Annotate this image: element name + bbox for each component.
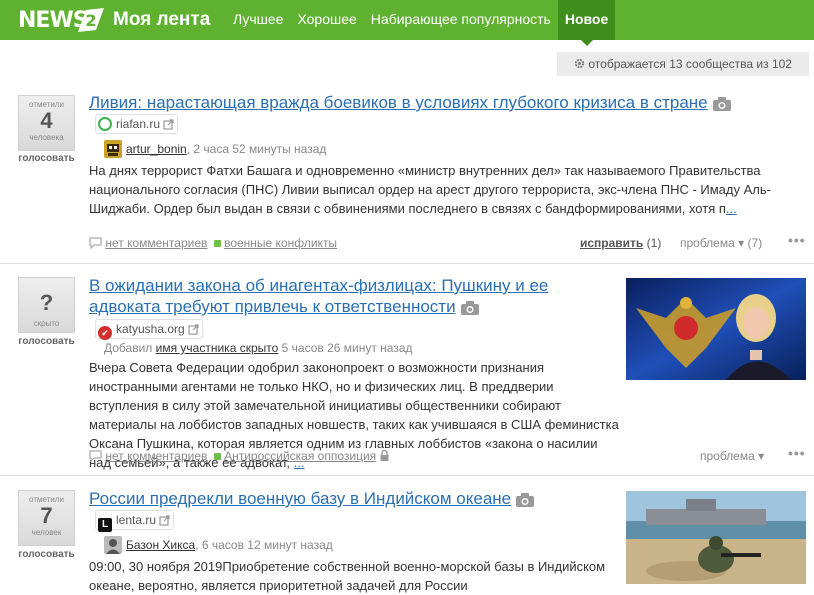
communities-filter[interactable]: отображается 13 сообщества из 102: [557, 52, 809, 76]
comment-icon: [89, 450, 102, 463]
lock-icon: [380, 449, 389, 461]
nav-new[interactable]: Новое: [557, 0, 616, 46]
lenta-icon: L: [98, 518, 112, 532]
news-title[interactable]: В ожидании закона об инагентах-физлицах:…: [89, 275, 614, 317]
chevron-down-icon: ▾: [738, 236, 745, 250]
post-actions: нет комментариев Антироссийская оппозици…: [89, 449, 389, 463]
more-options-icon[interactable]: •••: [788, 445, 806, 461]
post-time: 5 часов 26 минут назад: [281, 341, 413, 355]
vote-button[interactable]: голосовать: [18, 336, 75, 347]
news-title[interactable]: Ливия: нарастающая вражда боевиков в усл…: [89, 92, 799, 113]
svg-text:2: 2: [85, 11, 96, 30]
post-meta: Добавил имя участника скрыто 5 часов 26 …: [104, 341, 413, 355]
thumbnail-image: [626, 278, 806, 380]
nav-trending[interactable]: Набирающее популярность: [364, 0, 558, 40]
news-thumbnail[interactable]: [626, 491, 806, 584]
vote-button[interactable]: голосовать: [18, 153, 75, 164]
added-label: Добавил: [104, 341, 153, 355]
source-link[interactable]: riafan.ru: [95, 114, 179, 134]
tag-link[interactable]: военные конфликты: [224, 236, 337, 250]
author-link[interactable]: имя участника скрыто: [156, 341, 279, 355]
avatar[interactable]: [104, 140, 122, 158]
post-meta: Базон Хикса, 6 часов 12 минут назад: [104, 536, 333, 554]
vote-count: ?: [39, 290, 54, 315]
gear-icon: [574, 58, 585, 69]
author-link[interactable]: Базон Хикса: [126, 538, 195, 552]
source-link[interactable]: ✔ katyusha.org: [95, 319, 203, 340]
vote-box[interactable]: ? скрыто: [18, 277, 75, 333]
problem-dropdown[interactable]: проблема ▾ (7): [680, 236, 762, 250]
vote-count: 4: [40, 108, 53, 133]
nav-best[interactable]: Лучшее: [226, 0, 290, 40]
riafan-icon: [98, 117, 112, 131]
read-more-link[interactable]: ...: [726, 201, 737, 216]
camera-icon: [516, 492, 535, 507]
thumbnail-image: [626, 491, 806, 584]
post-time: 6 часов 12 минут назад: [201, 538, 333, 552]
vote-box[interactable]: отметили 4 человека: [18, 95, 75, 151]
external-link-icon: [163, 119, 174, 130]
vote-box[interactable]: отметили 7 человек: [18, 490, 75, 546]
vote-hidden-label: скрыто: [33, 319, 60, 328]
external-link-icon: [159, 515, 170, 526]
more-options-icon[interactable]: •••: [788, 232, 806, 248]
post-excerpt: 09:00, 30 ноября 2019Приобретение собств…: [89, 559, 606, 593]
tag-icon: [214, 240, 222, 247]
camera-icon: [712, 96, 731, 111]
problem-dropdown[interactable]: проблема ▾: [700, 449, 764, 463]
post-time: 2 часа 52 минуты назад: [193, 142, 327, 156]
avatar[interactable]: [104, 536, 122, 554]
post-excerpt: На днях террорист Фатхи Башага и одновре…: [89, 163, 771, 216]
post-meta: artur_bonin, 2 часа 52 минуты назад: [104, 140, 326, 158]
main-nav: Лучшее Хорошее Набирающее популярность Н…: [226, 0, 616, 46]
nav-good[interactable]: Хорошее: [290, 0, 363, 40]
tag-icon: [214, 453, 222, 460]
comments-link[interactable]: нет комментариев: [105, 449, 207, 463]
source-link[interactable]: Llenta.ru: [95, 510, 175, 532]
vote-bottom-label: человек: [31, 528, 62, 537]
chevron-down-icon: ▾: [758, 449, 765, 463]
comments-link[interactable]: нет комментариев: [105, 236, 207, 250]
post-actions: нет комментариев военные конфликты: [89, 236, 337, 250]
news-thumbnail[interactable]: [626, 278, 806, 380]
external-link-icon: [188, 324, 199, 335]
comment-icon: [89, 237, 102, 250]
logo-badge-icon: 2: [78, 8, 104, 32]
communities-note: отображается 13 сообщества из 102: [588, 57, 792, 71]
fix-button[interactable]: исправить (1): [580, 236, 661, 250]
news-title[interactable]: России предрекли военную базу в Индийско…: [89, 488, 614, 509]
divider: [0, 475, 814, 476]
camera-icon: [460, 300, 479, 315]
author-link[interactable]: artur_bonin: [126, 142, 187, 156]
vote-count: 7: [40, 503, 53, 528]
vote-button[interactable]: голосовать: [18, 549, 75, 560]
tag-link[interactable]: Антироссийская оппозиция: [224, 449, 376, 463]
top-bar: NEWS 2 Моя лента Лучшее Хорошее Набирающ…: [0, 0, 814, 46]
divider: [0, 263, 814, 264]
vote-bottom-label: человека: [29, 133, 64, 142]
katyusha-icon: ✔: [98, 326, 112, 340]
page-title: Моя лента: [113, 9, 211, 30]
